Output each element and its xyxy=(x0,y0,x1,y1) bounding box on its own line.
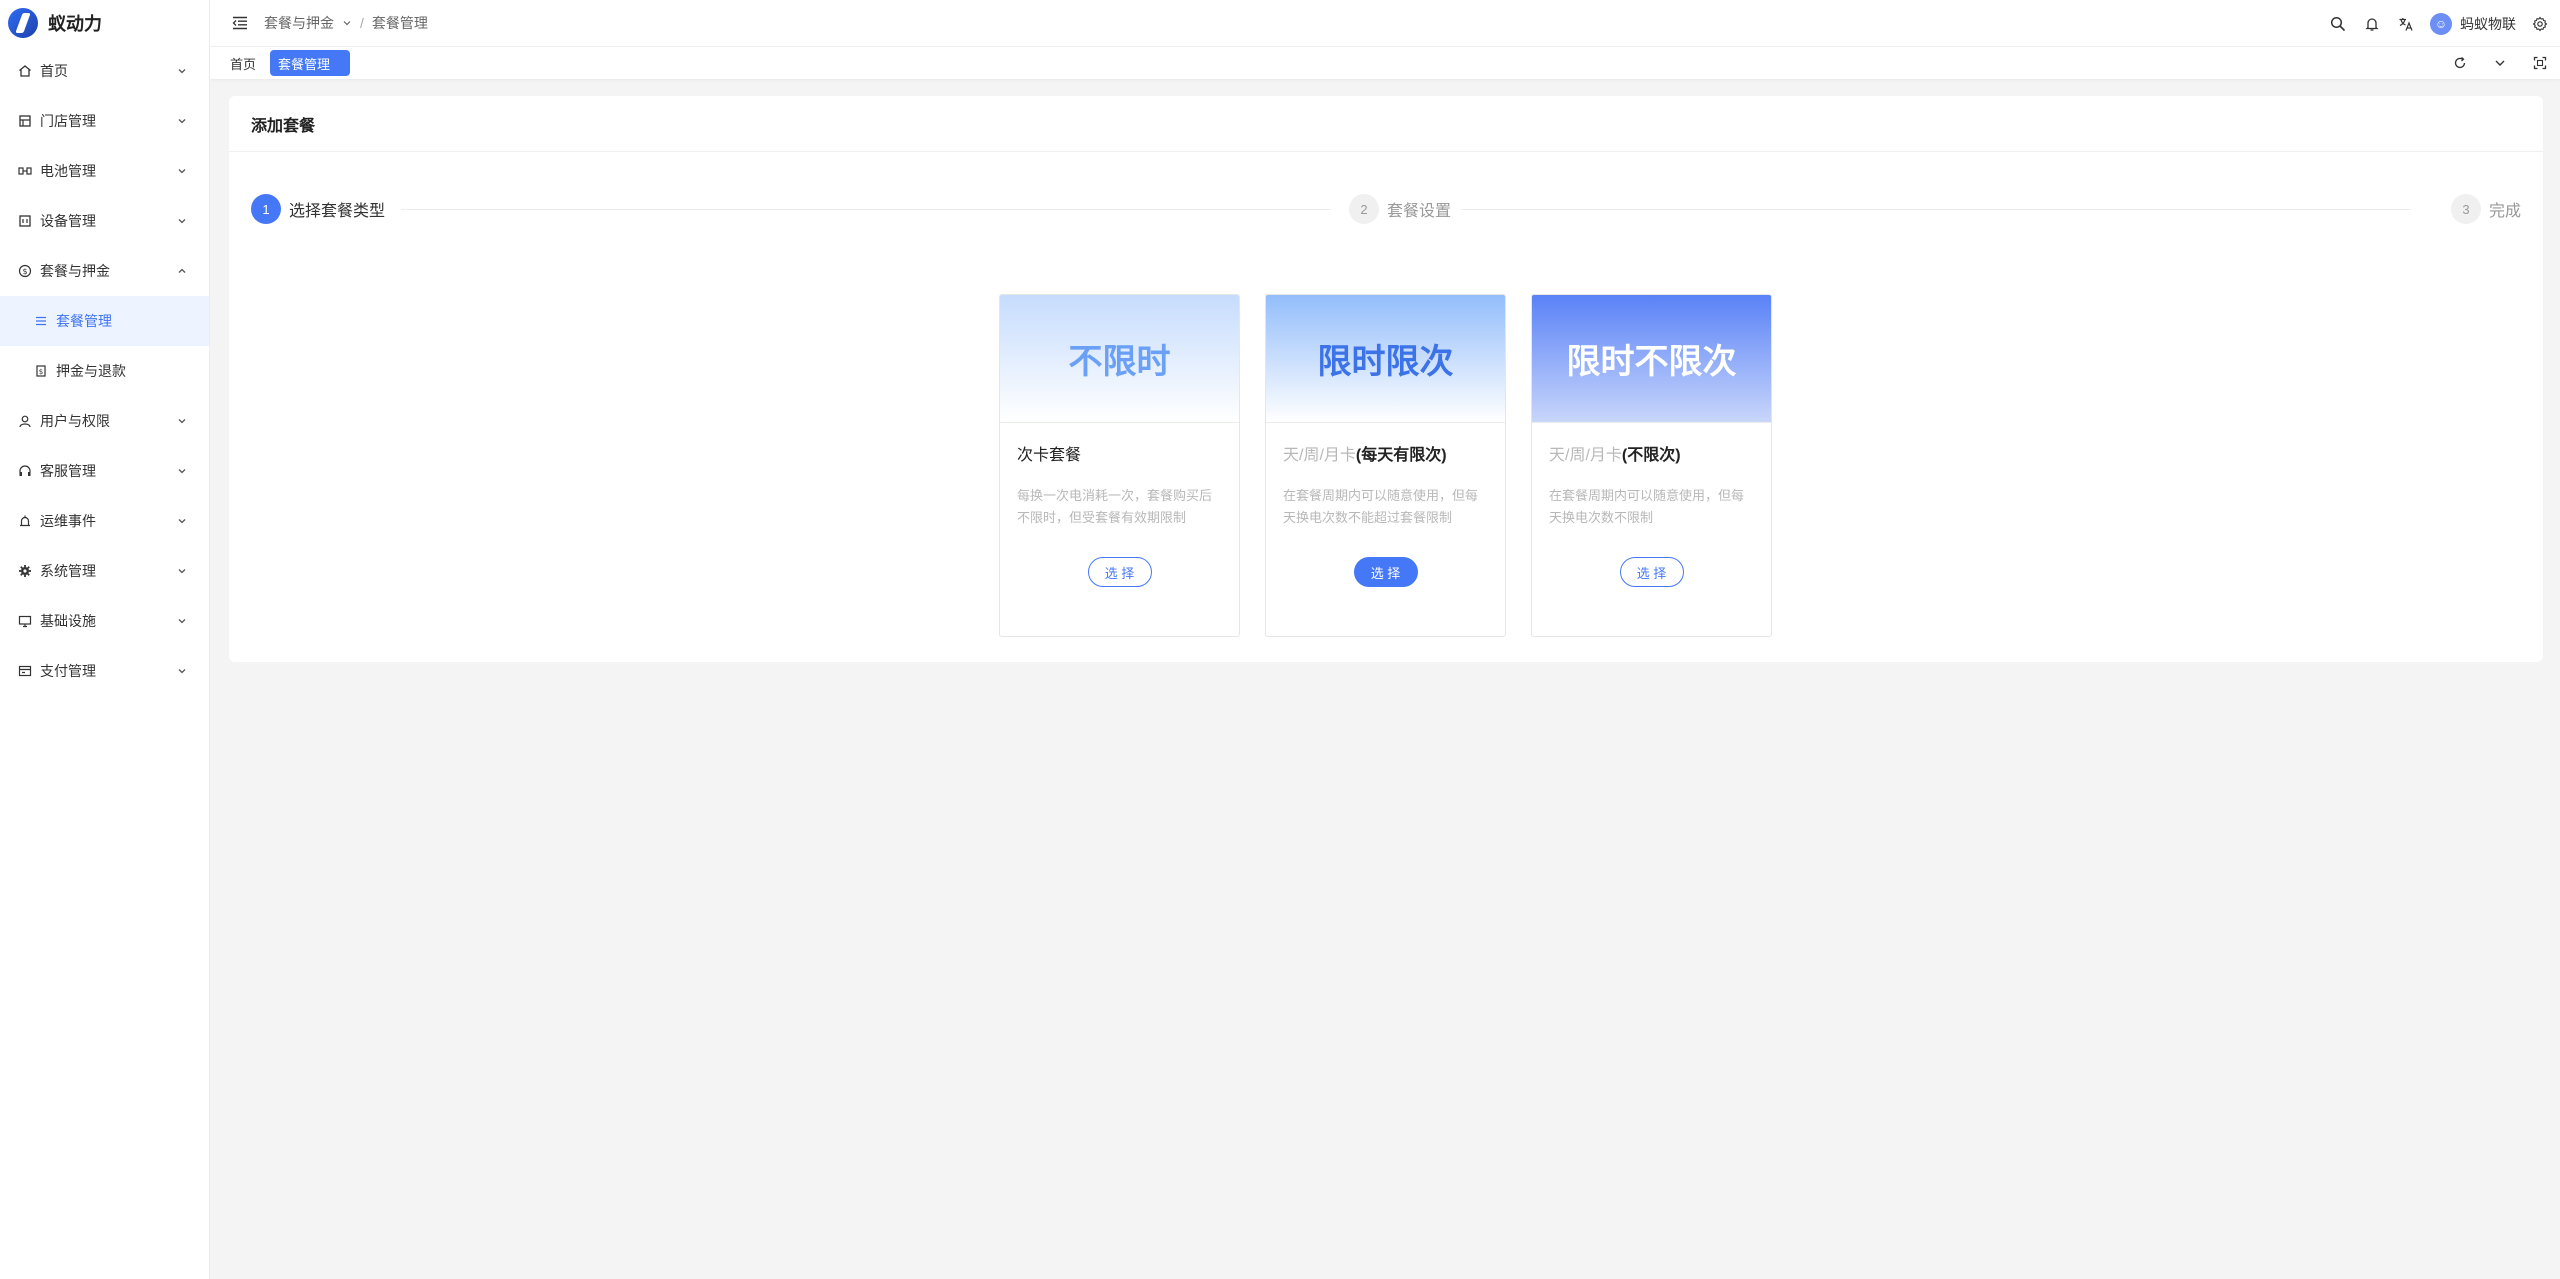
page-title: 添加套餐 xyxy=(229,96,2543,152)
plan-description: 每换一次电消耗一次，套餐购买后不限时，但受套餐有效期限制 xyxy=(1017,488,1213,525)
chevron-down-icon xyxy=(175,164,189,178)
user-menu[interactable]: ☺ 蚂蚁物联 xyxy=(2430,12,2516,35)
tabs-bar: 首页 套餐管理 xyxy=(210,47,2560,79)
select-plan-button[interactable]: 选 择 xyxy=(1619,557,1684,587)
plan-title: 天/周/月卡(不限次) xyxy=(1549,447,1681,464)
dollar-icon: $ xyxy=(16,262,34,280)
breadcrumb: 套餐与押金 / 套餐管理 xyxy=(264,13,428,33)
sidebar-menu: 首页 门店管理 电池管理 设备管理 $ 套餐与押金 套餐管理 $ 押金与退款 用… xyxy=(0,46,209,696)
payment-icon xyxy=(16,662,34,680)
sidebar-item-system[interactable]: 系统管理 xyxy=(0,546,209,596)
fullscreen-icon[interactable] xyxy=(2530,53,2550,73)
plan-options: 不限时 次卡套餐 每换一次电消耗一次，套餐购买后不限时，但受套餐有效期限制 选 … xyxy=(999,294,1772,637)
chevron-down-icon xyxy=(175,114,189,128)
chevron-down-icon xyxy=(175,564,189,578)
plan-card-count: 不限时 次卡套餐 每换一次电消耗一次，套餐购买后不限时，但受套餐有效期限制 选 … xyxy=(999,294,1240,637)
bell-icon[interactable] xyxy=(2362,14,2382,34)
step-title: 套餐设置 xyxy=(1387,203,1452,220)
select-plan-button[interactable]: 选 择 xyxy=(1353,557,1418,587)
chevron-down-icon xyxy=(175,614,189,628)
settings-gear-icon[interactable] xyxy=(2530,14,2550,34)
chevron-down-icon xyxy=(175,214,189,228)
add-package-card: 添加套餐 1 选择套餐类型 2 套餐设置 3 完成 不限时 次卡套餐 每换一次电… xyxy=(229,96,2543,662)
plan-description: 在套餐周期内可以随意使用，但每天换电次数不限制 xyxy=(1549,488,1745,525)
home-icon xyxy=(16,62,34,80)
translate-icon[interactable] xyxy=(2396,14,2416,34)
chevron-down-icon xyxy=(175,664,189,678)
avatar: ☺ xyxy=(2430,12,2452,35)
breadcrumb-separator: / xyxy=(360,15,364,31)
plan-description: 在套餐周期内可以随意使用，但每天换电次数不能超过套餐限制 xyxy=(1283,488,1479,525)
sidebar-item-customer-service[interactable]: 客服管理 xyxy=(0,446,209,496)
select-plan-button[interactable]: 选 择 xyxy=(1087,557,1152,587)
sidebar-item-store[interactable]: 门店管理 xyxy=(0,96,209,146)
close-icon[interactable] xyxy=(336,54,352,70)
sidebar: 蚁动力 首页 门店管理 电池管理 设备管理 $ 套餐与押金 套餐管理 $ 押金与… xyxy=(0,0,210,1279)
sidebar-item-infrastructure[interactable]: 基础设施 xyxy=(0,596,209,646)
step-title: 选择套餐类型 xyxy=(289,203,386,220)
step-number: 3 xyxy=(2450,194,2481,224)
plan-banner: 限时不限次 xyxy=(1532,295,1771,423)
device-icon xyxy=(16,212,34,230)
sidebar-subitem-deposit-refund[interactable]: $ 押金与退款 xyxy=(0,346,209,396)
user-icon xyxy=(16,412,34,430)
sidebar-item-ops-events[interactable]: 运维事件 xyxy=(0,496,209,546)
plan-title: 天/周/月卡(每天有限次) xyxy=(1283,447,1447,464)
sidebar-subitem-package-management[interactable]: 套餐管理 xyxy=(0,296,209,346)
steps: 1 选择套餐类型 2 套餐设置 3 完成 xyxy=(251,194,2521,226)
step-3: 3 完成 xyxy=(2450,194,2521,224)
plan-card-limited-time-unlimited-count: 限时不限次 天/周/月卡(不限次) 在套餐周期内可以随意使用，但每天换电次数不限… xyxy=(1531,294,1772,637)
step-1: 1 选择套餐类型 xyxy=(251,194,385,224)
logo-icon xyxy=(8,8,38,38)
chevron-down-icon[interactable] xyxy=(2490,53,2510,73)
chevron-down-icon xyxy=(175,464,189,478)
headset-icon xyxy=(16,462,34,480)
store-icon xyxy=(16,112,34,130)
step-number: 2 xyxy=(1349,194,1379,224)
chevron-down-icon[interactable] xyxy=(342,15,352,31)
step-connector xyxy=(401,209,1331,210)
chevron-down-icon xyxy=(175,64,189,78)
step-title: 完成 xyxy=(2488,203,2521,220)
plan-title: 次卡套餐 xyxy=(1017,447,1082,464)
chevron-up-icon xyxy=(175,264,189,278)
step-2: 2 套餐设置 xyxy=(1349,194,1451,224)
user-name: 蚂蚁物联 xyxy=(2460,15,2516,32)
tabs-actions xyxy=(2450,47,2550,79)
step-number: 1 xyxy=(251,194,281,224)
plan-card-limited-time-limited-count: 限时限次 天/周/月卡(每天有限次) 在套餐周期内可以随意使用，但每天换电次数不… xyxy=(1265,294,1506,637)
battery-icon xyxy=(16,162,34,180)
chevron-down-icon xyxy=(175,514,189,528)
svg-text:$: $ xyxy=(39,368,43,376)
breadcrumb-item-package-deposit[interactable]: 套餐与押金 xyxy=(264,13,334,33)
top-header: 套餐与押金 / 套餐管理 ☺ 蚂蚁物联 xyxy=(210,0,2560,47)
breadcrumb-item-package-management: 套餐管理 xyxy=(371,15,428,31)
step-connector xyxy=(1461,209,2411,210)
search-icon[interactable] xyxy=(2328,14,2348,34)
sidebar-item-users-permissions[interactable]: 用户与权限 xyxy=(0,396,209,446)
tab-package-management[interactable]: 套餐管理 xyxy=(270,50,352,76)
header-actions: ☺ 蚂蚁物联 xyxy=(2328,0,2550,47)
plan-banner: 限时限次 xyxy=(1266,295,1505,423)
tab-label: 套餐管理 xyxy=(278,56,331,72)
logo[interactable]: 蚁动力 xyxy=(0,0,209,46)
list-icon xyxy=(32,312,50,330)
sidebar-item-home[interactable]: 首页 xyxy=(0,46,209,96)
plan-banner: 不限时 xyxy=(1000,295,1239,423)
sidebar-item-battery[interactable]: 电池管理 xyxy=(0,146,209,196)
sidebar-item-package-deposit[interactable]: $ 套餐与押金 xyxy=(0,246,209,296)
refresh-icon[interactable] xyxy=(2450,53,2470,73)
chevron-down-icon xyxy=(175,414,189,428)
menu-collapse-icon[interactable] xyxy=(230,13,250,33)
sidebar-item-payment[interactable]: 支付管理 xyxy=(0,646,209,696)
tab-home[interactable]: 首页 xyxy=(222,50,264,76)
refund-icon: $ xyxy=(32,362,50,380)
sidebar-item-device[interactable]: 设备管理 xyxy=(0,196,209,246)
alarm-icon xyxy=(16,512,34,530)
app-name: 蚁动力 xyxy=(48,14,102,34)
monitor-icon xyxy=(16,612,34,630)
gear-icon xyxy=(16,562,34,580)
svg-text:$: $ xyxy=(22,267,27,276)
